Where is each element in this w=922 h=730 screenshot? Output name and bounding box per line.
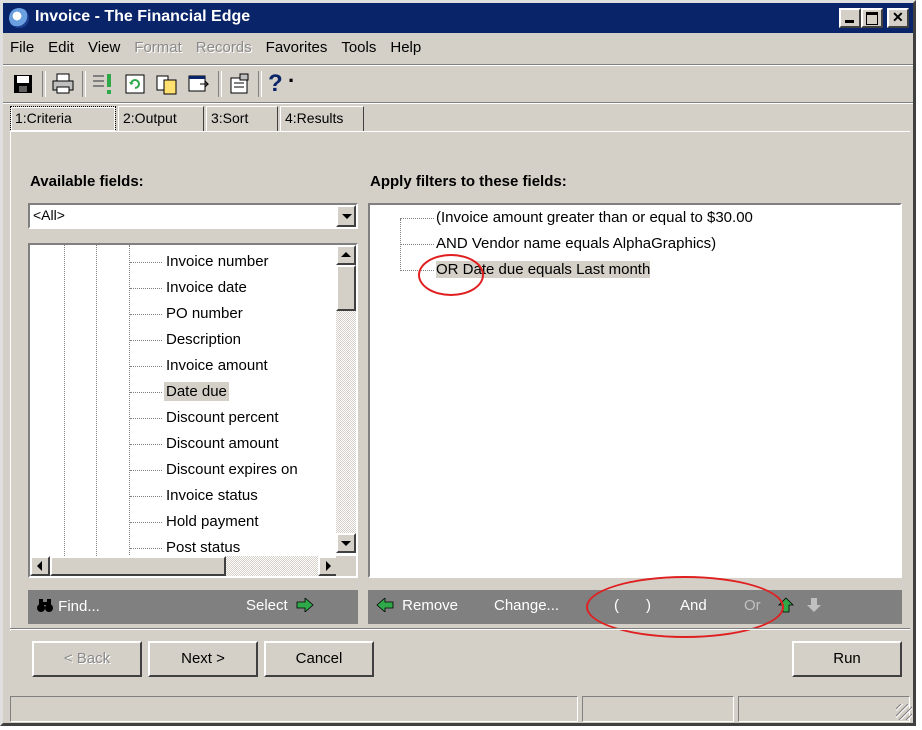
toolbar-separator [82,71,86,97]
close-button[interactable] [887,8,909,28]
next-button[interactable]: Next > [148,641,258,677]
window-title: Invoice - The Financial Edge [35,8,251,25]
select-button[interactable]: Select [246,597,314,614]
find-button[interactable]: Find... [36,597,100,615]
menu-edit[interactable]: Edit [41,36,81,59]
field-category-select[interactable]: <All> [28,203,358,229]
close-paren-button[interactable]: ) [646,597,651,614]
save-icon[interactable] [10,71,36,97]
scroll-left-icon[interactable] [30,556,50,576]
horizontal-scroll-thumb[interactable] [50,556,226,576]
fields-horizontal-scrollbar[interactable] [30,556,338,576]
scroll-right-icon[interactable] [318,556,338,576]
left-action-bar: Find... Select [28,590,358,624]
chevron-down-icon[interactable] [336,205,356,227]
criteria-icon[interactable] [90,71,116,97]
toolbar-separator [258,71,262,97]
right-action-bar: Remove Change... ( ) And Or [368,590,902,624]
field-discount-amount[interactable]: Discount amount [130,435,281,459]
export-icon[interactable] [186,71,212,97]
properties-icon[interactable] [226,71,252,97]
refresh-icon[interactable] [122,71,148,97]
filter-row[interactable]: OR Date due equals Last month [400,261,651,285]
resize-grip-icon[interactable] [896,704,912,720]
tree-guide-line [96,245,97,560]
toolbar-separator [218,71,222,97]
menu-records[interactable]: Records [189,36,259,59]
field-discount-percent[interactable]: Discount percent [130,409,281,433]
and-button[interactable]: And [680,597,707,614]
field-hold-payment[interactable]: Hold payment [130,513,261,537]
status-pane [582,696,734,722]
help-dropdown-icon[interactable]: · [288,70,300,97]
menu-favorites[interactable]: Favorites [259,36,335,59]
arrow-up-icon [778,597,794,613]
field-invoice-number[interactable]: Invoice number [130,253,271,277]
tab-output[interactable]: 2:Output [118,106,204,132]
menu-format[interactable]: Format [127,36,189,59]
move-down-button[interactable] [806,597,822,617]
button-separator [10,628,910,630]
fields-vertical-scrollbar[interactable] [336,245,356,553]
back-button[interactable]: < Back [32,641,142,677]
field-description[interactable]: Description [130,331,243,355]
arrow-left-icon [376,597,394,613]
scroll-up-icon[interactable] [336,245,356,265]
tab-criteria[interactable]: 1:Criteria [10,106,116,132]
run-button[interactable]: Run [792,641,902,677]
cancel-button[interactable]: Cancel [264,641,374,677]
open-paren-button[interactable]: ( [614,597,619,614]
scroll-down-icon[interactable] [336,533,356,553]
filter-row[interactable]: AND Vendor name equals AlphaGraphics) [400,235,716,259]
title-bar: Invoice - The Financial Edge [3,3,913,33]
field-po-number[interactable]: PO number [130,305,245,329]
filters-tree[interactable]: (Invoice amount greater than or equal to… [368,203,902,578]
remove-button[interactable]: Remove [376,597,458,614]
toolbar-separator [42,71,46,97]
tab-results[interactable]: 4:Results [280,106,364,132]
change-button[interactable]: Change... [494,597,559,614]
apply-filters-heading: Apply filters to these fields: [370,173,567,190]
toolbar-separator-bottom [3,102,913,104]
or-button[interactable]: Or [744,597,761,614]
status-pane [738,696,910,722]
menu-file[interactable]: File [3,36,41,59]
select-label: Select [246,597,288,614]
status-pane-main [10,696,578,722]
app-icon [9,8,29,28]
field-invoice-date[interactable]: Invoice date [130,279,249,303]
arrow-right-icon [296,597,314,613]
print-icon[interactable] [50,71,76,97]
vertical-scroll-thumb[interactable] [336,265,356,311]
scroll-corner [336,556,356,576]
toolbar: ? · [6,67,906,101]
menu-separator [3,64,913,66]
move-up-button[interactable] [778,597,794,617]
copy-icon[interactable] [154,71,180,97]
remove-label: Remove [402,597,459,614]
maximize-button[interactable] [861,8,883,28]
find-label: Find... [58,598,100,615]
available-fields-heading: Available fields: [30,173,144,190]
arrow-down-icon [807,598,821,612]
menu-help[interactable]: Help [383,36,428,59]
filter-row[interactable]: (Invoice amount greater than or equal to… [400,209,753,233]
field-invoice-status[interactable]: Invoice status [130,487,260,511]
field-invoice-amount[interactable]: Invoice amount [130,357,270,381]
binoculars-icon [37,599,53,612]
field-category-value: <All> [33,207,65,223]
tab-sort[interactable]: 3:Sort [206,106,278,132]
menu-view[interactable]: View [81,36,127,59]
field-date-due[interactable]: Date due [130,382,229,407]
available-fields-tree[interactable]: Invoice number Invoice date PO number De… [28,243,358,578]
field-discount-expires-on[interactable]: Discount expires on [130,461,300,485]
tree-guide-line [64,245,65,560]
menu-bar: File Edit View Format Records Favorites Tools H… [3,36,913,62]
menu-tools[interactable]: Tools [334,36,383,59]
minimize-button[interactable] [839,8,861,28]
